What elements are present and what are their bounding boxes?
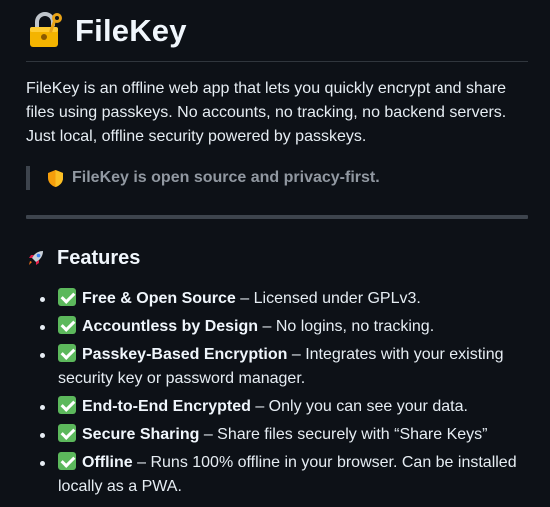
page-heading: FileKey: [26, 0, 528, 62]
feature-desc: – Share files securely with “Share Keys”: [199, 426, 488, 443]
list-item: Secure Sharing – Share files securely wi…: [40, 423, 528, 447]
feature-name: Accountless by Design: [82, 318, 259, 335]
page-title: FileKey: [75, 12, 187, 48]
callout-blockquote: FileKey is open source and privacy-first…: [26, 166, 528, 190]
rocket-icon: [26, 248, 46, 268]
features-title: Features: [57, 246, 141, 269]
list-item: Offline – Runs 100% offline in your brow…: [40, 451, 528, 499]
callout-text: FileKey is open source and privacy-first…: [72, 169, 380, 186]
list-item: End-to-End Encrypted – Only you can see …: [40, 395, 528, 419]
feature-desc: – Only you can see your data.: [250, 398, 468, 415]
list-item: Free & Open Source – Licensed under GPLv…: [40, 287, 528, 311]
feature-name: Secure Sharing: [82, 426, 200, 443]
feature-name: Free & Open Source: [82, 290, 236, 307]
locked-with-key-icon: [26, 11, 64, 49]
check-mark-icon: [58, 424, 76, 442]
feature-name: Passkey-Based Encryption: [82, 346, 288, 363]
feature-name: End-to-End Encrypted: [82, 398, 251, 415]
list-item: Passkey-Based Encryption – Integrates wi…: [40, 343, 528, 391]
feature-name: Offline: [82, 454, 133, 471]
readme-document: FileKey FileKey is an offline web app th…: [0, 0, 550, 507]
list-item: Accountless by Design – No logins, no tr…: [40, 315, 528, 339]
feature-desc: – No logins, no tracking.: [258, 318, 435, 335]
check-mark-icon: [58, 344, 76, 362]
check-mark-icon: [58, 396, 76, 414]
horizontal-rule: [26, 215, 528, 219]
shield-icon: [47, 169, 64, 188]
feature-desc: – Licensed under GPLv3.: [235, 290, 421, 307]
check-mark-icon: [58, 452, 76, 470]
features-list: Free & Open Source – Licensed under GPLv…: [26, 287, 528, 499]
check-mark-icon: [58, 316, 76, 334]
intro-paragraph: FileKey is an offline web app that lets …: [26, 80, 507, 145]
check-mark-icon: [58, 288, 76, 306]
features-heading: Features: [26, 245, 528, 271]
